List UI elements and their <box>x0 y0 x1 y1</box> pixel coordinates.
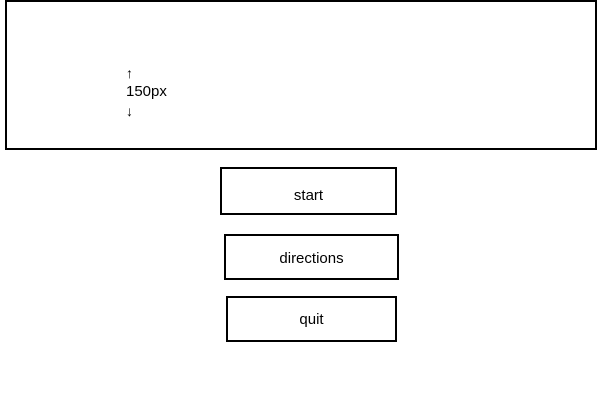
quit-button[interactable]: quit <box>226 296 397 342</box>
arrow-up-icon: ↑ <box>126 65 133 81</box>
arrow-down-icon: ↓ <box>126 103 133 119</box>
height-dimension-label: 150px <box>126 83 167 100</box>
header-placeholder-box <box>5 0 597 150</box>
height-dimension-annotation: ↑ 150px ↓ <box>126 66 186 120</box>
directions-button[interactable]: directions <box>224 234 399 280</box>
start-button[interactable]: start <box>220 167 397 215</box>
